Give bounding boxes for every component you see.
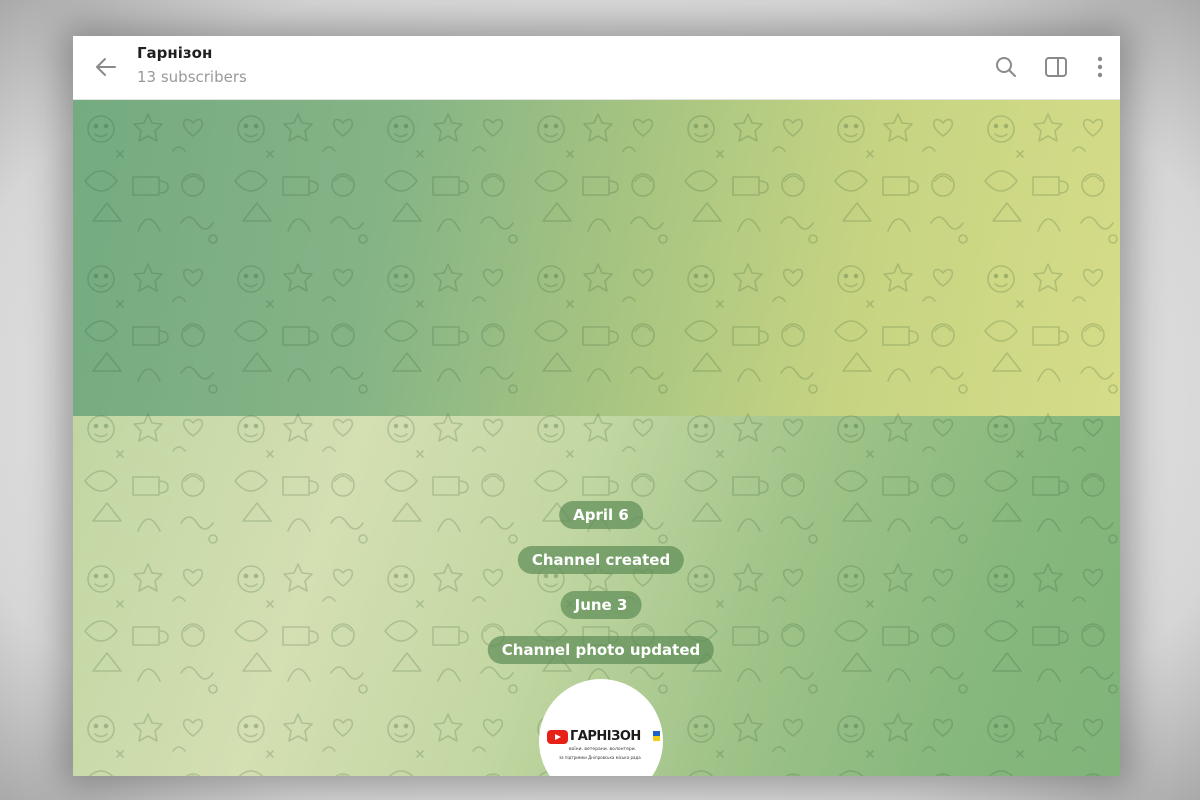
logo-tagline: воїни. ветерани. волонтери. [569,747,637,752]
youtube-play-icon [547,730,568,744]
subscriber-count: 13 subscribers [137,68,247,86]
telegram-window: Гарнізон 13 subscribers April 6 Channel … [73,36,1120,776]
ukraine-flag-icon [653,731,660,741]
search-button[interactable] [992,53,1020,81]
sidebar-toggle-button[interactable] [1042,53,1070,81]
date-separator: April 6 [559,501,643,529]
search-icon [996,57,1016,77]
chat-area[interactable]: April 6 Channel created June 3 Channel p… [73,99,1120,776]
channel-title: Гарнізон [137,44,213,62]
doodle-pattern [73,99,1120,776]
sidebar-toggle-icon [1045,57,1067,77]
channel-logo: ГАРНІЗОН [547,729,660,745]
service-message-channel-created: Channel created [517,546,685,574]
chat-header: Гарнізон 13 subscribers [73,36,1120,100]
logo-support-line: за підтримки Дніпровська міська рада [559,755,641,760]
more-options-button[interactable] [1086,53,1114,81]
back-button[interactable] [91,52,121,82]
chat-info[interactable]: Гарнізон 13 subscribers [137,43,247,87]
back-arrow-icon [96,58,116,76]
logo-brand-name: ГАРНІЗОН [570,729,641,744]
more-vertical-icon [1097,56,1103,78]
service-message-photo-updated: Channel photo updated [487,636,715,664]
date-separator: June 3 [560,591,642,619]
